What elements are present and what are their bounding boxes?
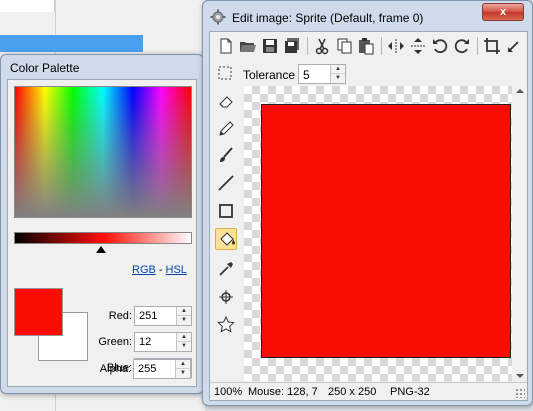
- spin-down-icon[interactable]: ▼: [177, 316, 191, 325]
- status-bar: 100% Mouse: 128, 7 250 x 250 PNG-32: [210, 382, 527, 400]
- hsl-mode-link[interactable]: HSL: [166, 264, 187, 276]
- toolbar-separator: [477, 37, 478, 55]
- alpha-spinner[interactable]: ▲ ▼: [175, 360, 190, 378]
- editor-client: Tolerance 5 ▲ ▼ 100% Mouse: 128, 7 250 x…: [209, 31, 528, 401]
- flip-horizontal-icon[interactable]: [386, 36, 406, 56]
- sprite-image[interactable]: [261, 104, 511, 358]
- main-toolbar: [210, 32, 527, 60]
- line-icon[interactable]: [215, 172, 237, 194]
- fill-bucket-icon[interactable]: [215, 228, 237, 250]
- star-shape-icon[interactable]: [215, 314, 237, 336]
- resize-icon[interactable]: [504, 36, 524, 56]
- red-field-row: Red: 251 ▲ ▼: [78, 306, 192, 326]
- tolerance-value: 5: [303, 68, 310, 82]
- background-list-top: [0, 0, 55, 12]
- color-palette-window: Color Palette RGB - HSL Red: 251 ▲ ▼ Green:…: [0, 54, 204, 394]
- red-value: 251: [139, 310, 158, 322]
- spin-down-icon[interactable]: ▼: [331, 74, 345, 83]
- scroll-down-icon[interactable]: [516, 374, 524, 378]
- red-spinner[interactable]: ▲ ▼: [176, 307, 191, 325]
- save-copy-icon[interactable]: [282, 36, 302, 56]
- eyedropper-icon[interactable]: [215, 258, 237, 280]
- green-input[interactable]: 12 ▲ ▼: [134, 332, 192, 352]
- status-mouse: Mouse: 128, 7: [248, 386, 318, 398]
- toolbar-separator: [381, 37, 382, 55]
- pencil-icon[interactable]: [215, 118, 237, 140]
- select-icon[interactable]: [218, 66, 232, 80]
- alpha-input[interactable]: 255 ▲ ▼: [133, 359, 191, 379]
- rotate-left-icon[interactable]: [430, 36, 450, 56]
- rotate-right-icon[interactable]: [452, 36, 472, 56]
- foreground-color-swatch[interactable]: [14, 288, 63, 336]
- palette-client: RGB-HSL Red: 251 ▲▼ Green: 12 ▲▼ Blue: 3…: [7, 79, 197, 387]
- spin-up-icon[interactable]: ▲: [177, 333, 191, 342]
- luminance-bar[interactable]: [14, 232, 192, 244]
- spin-up-icon[interactable]: ▲: [331, 65, 345, 74]
- spin-up-icon[interactable]: ▲: [176, 360, 190, 369]
- green-label: Green:: [98, 336, 132, 348]
- tolerance-input[interactable]: 5 ▲ ▼: [298, 64, 346, 84]
- image-canvas[interactable]: [244, 86, 512, 381]
- alpha-value: 255: [138, 363, 157, 375]
- toolbar-separator: [307, 37, 308, 55]
- scroll-up-icon[interactable]: [516, 89, 524, 93]
- green-field-row: Green: 12 ▲ ▼: [78, 332, 192, 352]
- luminance-marker[interactable]: [96, 246, 106, 253]
- rgb-mode-link[interactable]: RGB: [132, 264, 156, 276]
- vertical-scrollbar[interactable]: [513, 86, 527, 381]
- spin-up-icon[interactable]: ▲: [177, 307, 191, 316]
- alpha-label: Alpha:: [99, 363, 131, 375]
- palette-title: Color Palette: [10, 61, 80, 75]
- color-mode-links: RGB - HSL: [132, 264, 187, 276]
- rectangle-icon[interactable]: [215, 200, 237, 222]
- hue-saturation-spectrum[interactable]: [14, 86, 192, 218]
- status-zoom: 100%: [214, 386, 243, 398]
- background-selected-row[interactable]: [0, 35, 143, 52]
- eraser-icon[interactable]: [215, 90, 237, 112]
- window-title: Edit image: Sprite (Default, frame 0): [232, 11, 424, 25]
- green-value: 12: [139, 336, 152, 348]
- paste-icon[interactable]: [356, 36, 376, 56]
- gear-icon: [210, 9, 226, 25]
- close-button[interactable]: x: [482, 3, 524, 21]
- green-spinner[interactable]: ▲ ▼: [176, 333, 191, 351]
- red-input[interactable]: 251 ▲ ▼: [134, 306, 192, 326]
- alpha-field-row: Alpha: 255 ▲ ▼: [77, 359, 191, 379]
- side-toolbar: [210, 86, 242, 376]
- flip-vertical-icon[interactable]: [408, 36, 428, 56]
- cut-icon[interactable]: [312, 36, 332, 56]
- tolerance-label: Tolerance: [243, 68, 296, 82]
- new-icon[interactable]: [216, 36, 236, 56]
- red-label: Red:: [108, 310, 132, 322]
- crosshair-icon[interactable]: [215, 286, 237, 308]
- tolerance-row: Tolerance 5 ▲ ▼: [210, 62, 527, 86]
- spin-down-icon[interactable]: ▼: [177, 342, 191, 351]
- spin-down-icon[interactable]: ▼: [176, 369, 190, 378]
- tolerance-spinner[interactable]: ▲ ▼: [330, 65, 345, 83]
- status-format: PNG-32: [390, 386, 430, 398]
- edit-image-window: Edit image: Sprite (Default, frame 0) x …: [202, 0, 533, 406]
- copy-icon[interactable]: [334, 36, 354, 56]
- open-icon[interactable]: [238, 36, 258, 56]
- brush-icon[interactable]: [215, 144, 237, 166]
- status-size: 250 x 250: [328, 386, 377, 398]
- save-icon[interactable]: [260, 36, 280, 56]
- mode-separator: -: [158, 264, 163, 276]
- crop-icon[interactable]: [482, 36, 502, 56]
- resize-grip[interactable]: [515, 388, 525, 398]
